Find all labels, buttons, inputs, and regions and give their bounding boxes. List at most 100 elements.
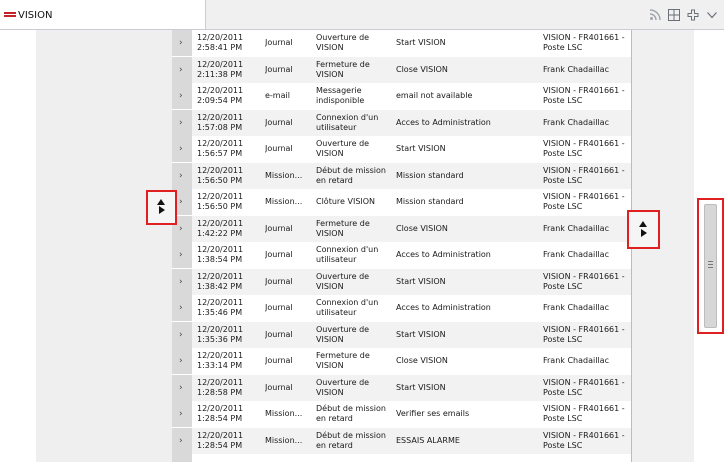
row-description-text: Start VISION <box>396 38 446 47</box>
row-description: email not available <box>396 83 538 109</box>
row-event-text: Ouverture de VISION <box>316 139 370 158</box>
left-splitter-handle[interactable] <box>146 190 177 225</box>
row-date: 12/20/2011 <box>197 454 261 462</box>
chevron-right-icon: › <box>179 303 183 313</box>
row-expander-button[interactable]: › <box>172 295 192 321</box>
row-type: Journal <box>265 242 313 268</box>
row-user-text: VISION - FR401661 - Poste LSC <box>543 166 625 185</box>
row-type: Journal <box>265 348 313 374</box>
row-event-text: Début de mission en retard <box>316 431 386 450</box>
row-date-text: 12/20/2011 1:33:14 PM <box>197 351 244 370</box>
table-row[interactable]: › 12/20/2011 1:35:46 PM Journal Connexion d… <box>172 295 631 321</box>
row-date-text: 12/20/2011 1:56:57 PM <box>197 139 244 158</box>
table-row[interactable]: › 12/20/2011 1:42:22 PM Journal Fermeture d… <box>172 216 631 242</box>
row-type-text: Journal <box>265 356 293 365</box>
row-expander-button[interactable]: › <box>172 110 192 136</box>
row-expander-button[interactable]: › <box>172 163 192 189</box>
row-expander-button[interactable]: › <box>172 348 192 374</box>
table-row[interactable]: › 12/20/2011 1:28:54 PM Mission... Début de… <box>172 428 631 454</box>
row-type: e-mail <box>265 83 313 109</box>
row-user: Frank Chadaillac <box>543 110 631 136</box>
row-event-text: Ouverture de VISION <box>316 33 370 52</box>
row-expander-button[interactable]: › <box>172 269 192 295</box>
row-date-text: 12/20/2011 2:58:41 PM <box>197 33 244 52</box>
row-type-text: Journal <box>265 250 293 259</box>
row-event: Ouverture de VISION <box>316 322 392 348</box>
row-user: Frank Chadaillac <box>543 348 631 374</box>
splitter-up-arrow-icon <box>157 199 165 205</box>
table-row[interactable]: › 12/20/2011 1:28:58 PM Journal Ouverture d… <box>172 375 631 401</box>
row-description-text: Verifier ses emails <box>396 409 470 418</box>
table-row[interactable]: › 12/20/2011 1:56:50 PM Mission... Clôture … <box>172 189 631 215</box>
row-expander-button[interactable]: › <box>172 83 192 109</box>
row-user: VISION - FR401661 - Poste LSC <box>543 189 631 215</box>
scrollbar-thumb[interactable] <box>704 204 717 328</box>
row-event: Début de mission en retard <box>316 428 392 454</box>
row-date-text: 12/20/2011 2:09:54 PM <box>197 86 244 105</box>
row-expander-button[interactable]: › <box>172 242 192 268</box>
row-user-text: Frank Chadaillac <box>543 118 609 127</box>
row-description <box>396 454 538 462</box>
row-description: Acces to Administration <box>396 295 538 321</box>
chevron-right-icon: › <box>179 250 183 260</box>
row-user: VISION - FR401661 - Poste LSC <box>543 428 631 454</box>
chevron-right-icon: › <box>179 65 183 75</box>
row-expander-button[interactable]: › <box>172 375 192 401</box>
row-event-text: Ouverture de VISION <box>316 325 370 344</box>
right-splitter-handle[interactable] <box>627 210 660 249</box>
row-expander-button[interactable]: › <box>172 401 192 427</box>
row-expander-button[interactable]: › <box>172 30 192 56</box>
row-user-text: VISION - FR401661 - Poste LSC <box>543 192 625 211</box>
row-type-text: Journal <box>265 383 293 392</box>
row-date: 12/20/2011 1:33:14 PM <box>197 348 261 374</box>
table-row[interactable]: › 12/20/2011 Fermeture de <box>172 454 631 462</box>
chevron-right-icon: › <box>179 38 183 48</box>
row-description-text: Acces to Administration <box>396 303 491 312</box>
row-description: Start VISION <box>396 30 538 56</box>
table-row[interactable]: › 12/20/2011 1:38:42 PM Journal Ouverture d… <box>172 269 631 295</box>
row-date: 12/20/2011 1:56:50 PM <box>197 189 261 215</box>
table-row[interactable]: › 12/20/2011 1:56:57 PM Journal Ouverture d… <box>172 136 631 162</box>
table-row[interactable]: › 12/20/2011 1:33:14 PM Journal Fermeture d… <box>172 348 631 374</box>
row-event-text: Clôture VISION <box>316 197 376 206</box>
menu-chevron-icon[interactable] <box>706 9 718 21</box>
chevron-right-icon: › <box>179 330 183 340</box>
table-row[interactable]: › 12/20/2011 1:38:54 PM Journal Connexion d… <box>172 242 631 268</box>
table-row[interactable]: › 12/20/2011 2:58:41 PM Journal Ouverture d… <box>172 30 631 56</box>
row-type-text: e-mail <box>265 91 290 100</box>
vision-tab[interactable]: VISION <box>0 0 206 29</box>
table-row[interactable]: › 12/20/2011 1:35:36 PM Journal Ouverture d… <box>172 322 631 348</box>
table-row[interactable]: › 12/20/2011 2:09:54 PM e-mail Messagerie i… <box>172 83 631 109</box>
vertical-scrollbar[interactable] <box>697 198 724 334</box>
row-user: Frank Chadaillac <box>543 295 631 321</box>
chevron-right-icon: › <box>179 118 183 128</box>
row-event: Ouverture de VISION <box>316 269 392 295</box>
row-event: Fermeture de <box>316 454 392 462</box>
table-row[interactable]: › 12/20/2011 1:28:54 PM Mission... Début de… <box>172 401 631 427</box>
row-event: Début de mission en retard <box>316 401 392 427</box>
table-row[interactable]: › 12/20/2011 2:11:38 PM Journal Fermeture d… <box>172 57 631 83</box>
row-expander-button[interactable]: › <box>172 136 192 162</box>
vision-logo-icon <box>4 12 16 19</box>
add-icon[interactable] <box>687 9 699 21</box>
row-type-text: Mission... <box>265 171 303 180</box>
left-blank-area <box>0 30 36 462</box>
rss-icon[interactable] <box>649 9 661 21</box>
table-row[interactable]: › 12/20/2011 1:57:08 PM Journal Connexion d… <box>172 110 631 136</box>
row-description: Mission standard <box>396 189 538 215</box>
row-user: VISION - FR401661 - Poste LSC <box>543 322 631 348</box>
row-expander-button[interactable]: › <box>172 454 192 462</box>
row-description-text: Close VISION <box>396 356 448 365</box>
row-expander-button[interactable]: › <box>172 428 192 454</box>
row-user: Frank Chadaillac <box>543 57 631 83</box>
row-type <box>265 454 313 462</box>
row-date-text: 12/20/2011 1:28:58 PM <box>197 378 244 397</box>
layout-icon[interactable] <box>668 9 680 21</box>
row-description: Start VISION <box>396 269 538 295</box>
title-bar: VISION <box>0 0 724 30</box>
table-row[interactable]: › 12/20/2011 1:56:50 PM Mission... Début de… <box>172 163 631 189</box>
row-expander-button[interactable]: › <box>172 322 192 348</box>
row-expander-button[interactable]: › <box>172 57 192 83</box>
row-user-text: VISION - FR401661 - Poste LSC <box>543 272 625 291</box>
row-user-text: Frank Chadaillac <box>543 224 609 233</box>
